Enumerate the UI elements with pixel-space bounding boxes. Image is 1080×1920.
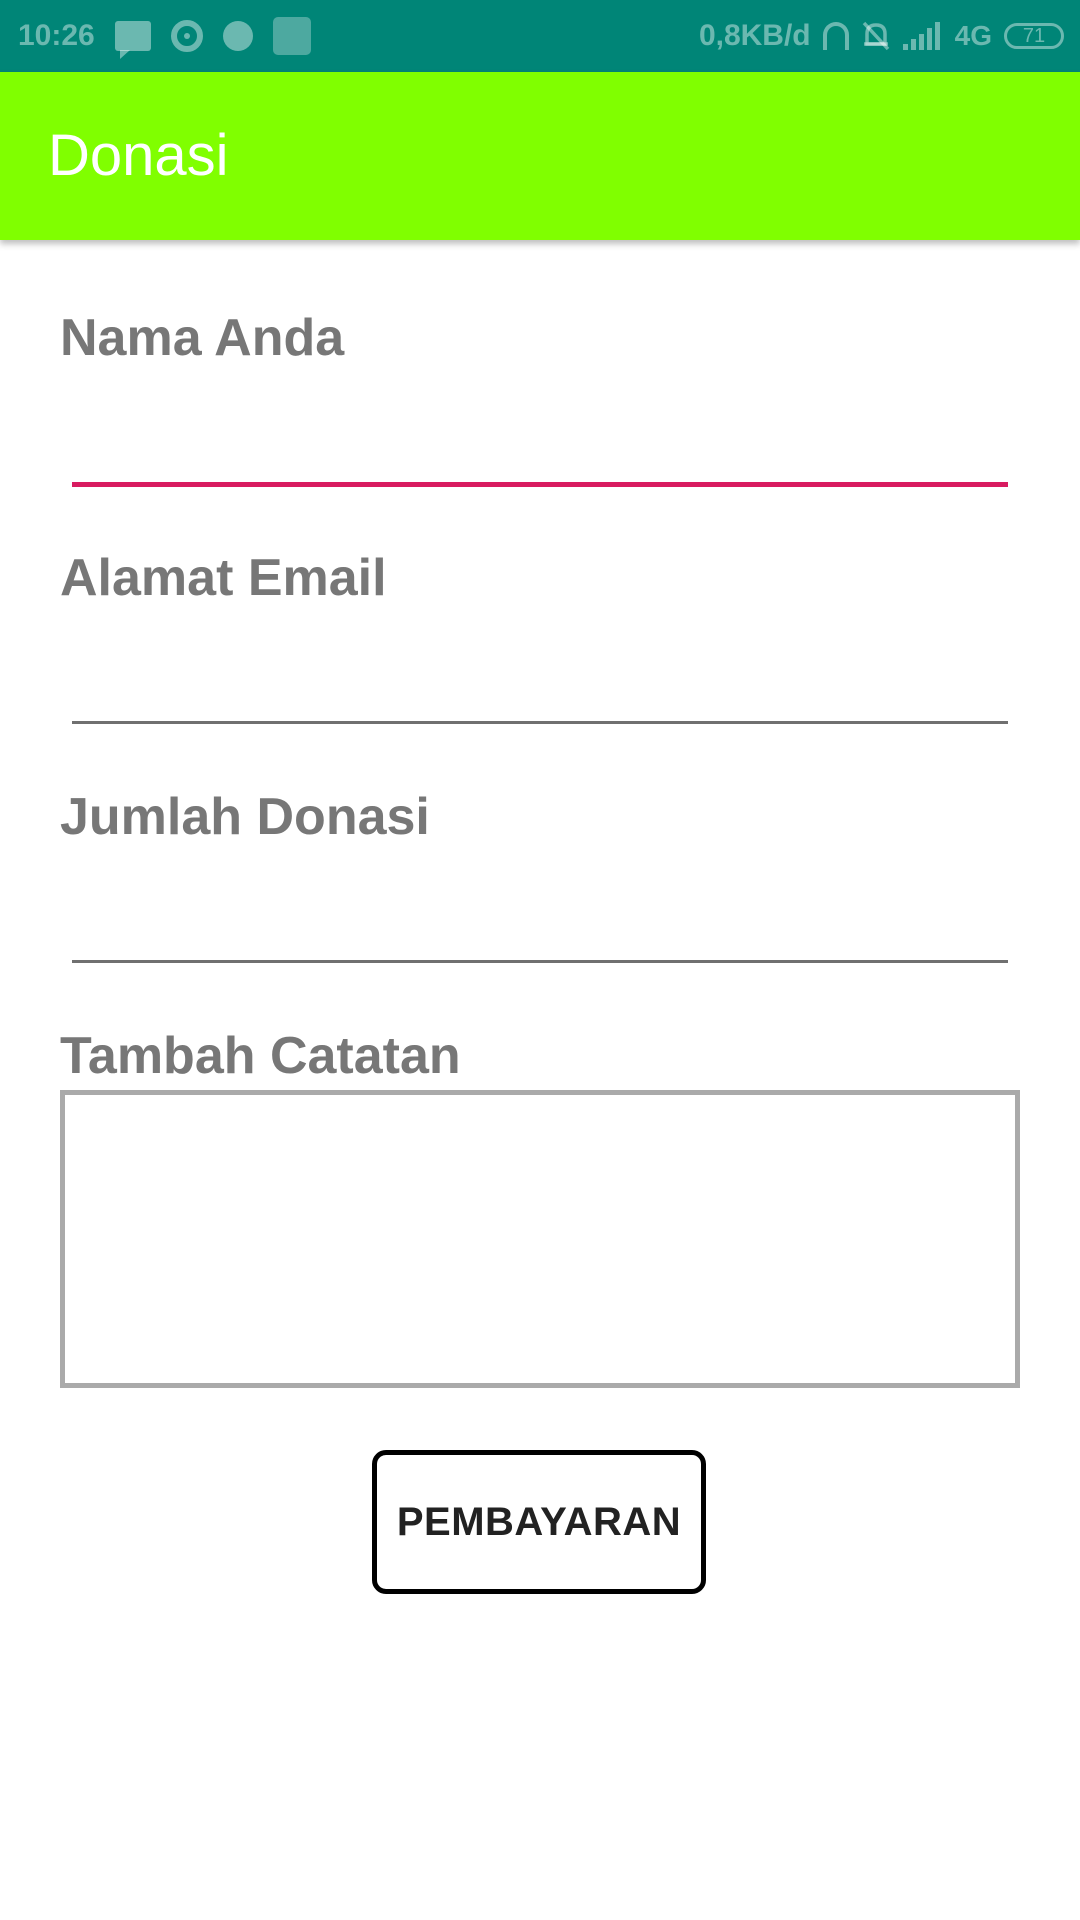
amount-input-underline [72, 960, 1008, 963]
app-square-icon [272, 17, 311, 55]
amount-label: Jumlah Donasi [60, 788, 430, 846]
headset-icon [822, 22, 849, 50]
pay-button[interactable]: PEMBAYARAN [372, 1450, 706, 1594]
page-title: Donasi [48, 123, 229, 188]
net-speed: 0,8KB/d [698, 19, 811, 52]
dot-icon [222, 21, 253, 51]
status-right-group: 0,8KB/d 4G 71 [699, 0, 1064, 72]
name-input-underline [72, 482, 1008, 487]
name-input[interactable] [72, 410, 1008, 480]
email-input[interactable] [72, 650, 1008, 720]
message-icon [114, 21, 151, 59]
chrome-icon [170, 20, 203, 52]
signal-icon [902, 22, 943, 50]
name-label: Nama Anda [60, 309, 345, 367]
email-input-underline [72, 721, 1008, 724]
app-bar: Donasi [0, 72, 1080, 240]
amount-input[interactable] [72, 889, 1008, 959]
battery-icon: 71 [1004, 23, 1064, 49]
status-left-group: 10:26 [18, 0, 311, 72]
battery-level: 71 [1022, 25, 1046, 47]
notes-textarea[interactable] [60, 1090, 1020, 1388]
notes-label: Tambah Catatan [60, 1027, 461, 1085]
network-type: 4G [954, 20, 992, 51]
status-time: 10:26 [18, 19, 95, 52]
status-bar: 10:26 0,8KB/d 4G 71 [0, 0, 1080, 72]
bell-off-icon [861, 20, 891, 52]
email-label: Alamat Email [60, 549, 387, 607]
